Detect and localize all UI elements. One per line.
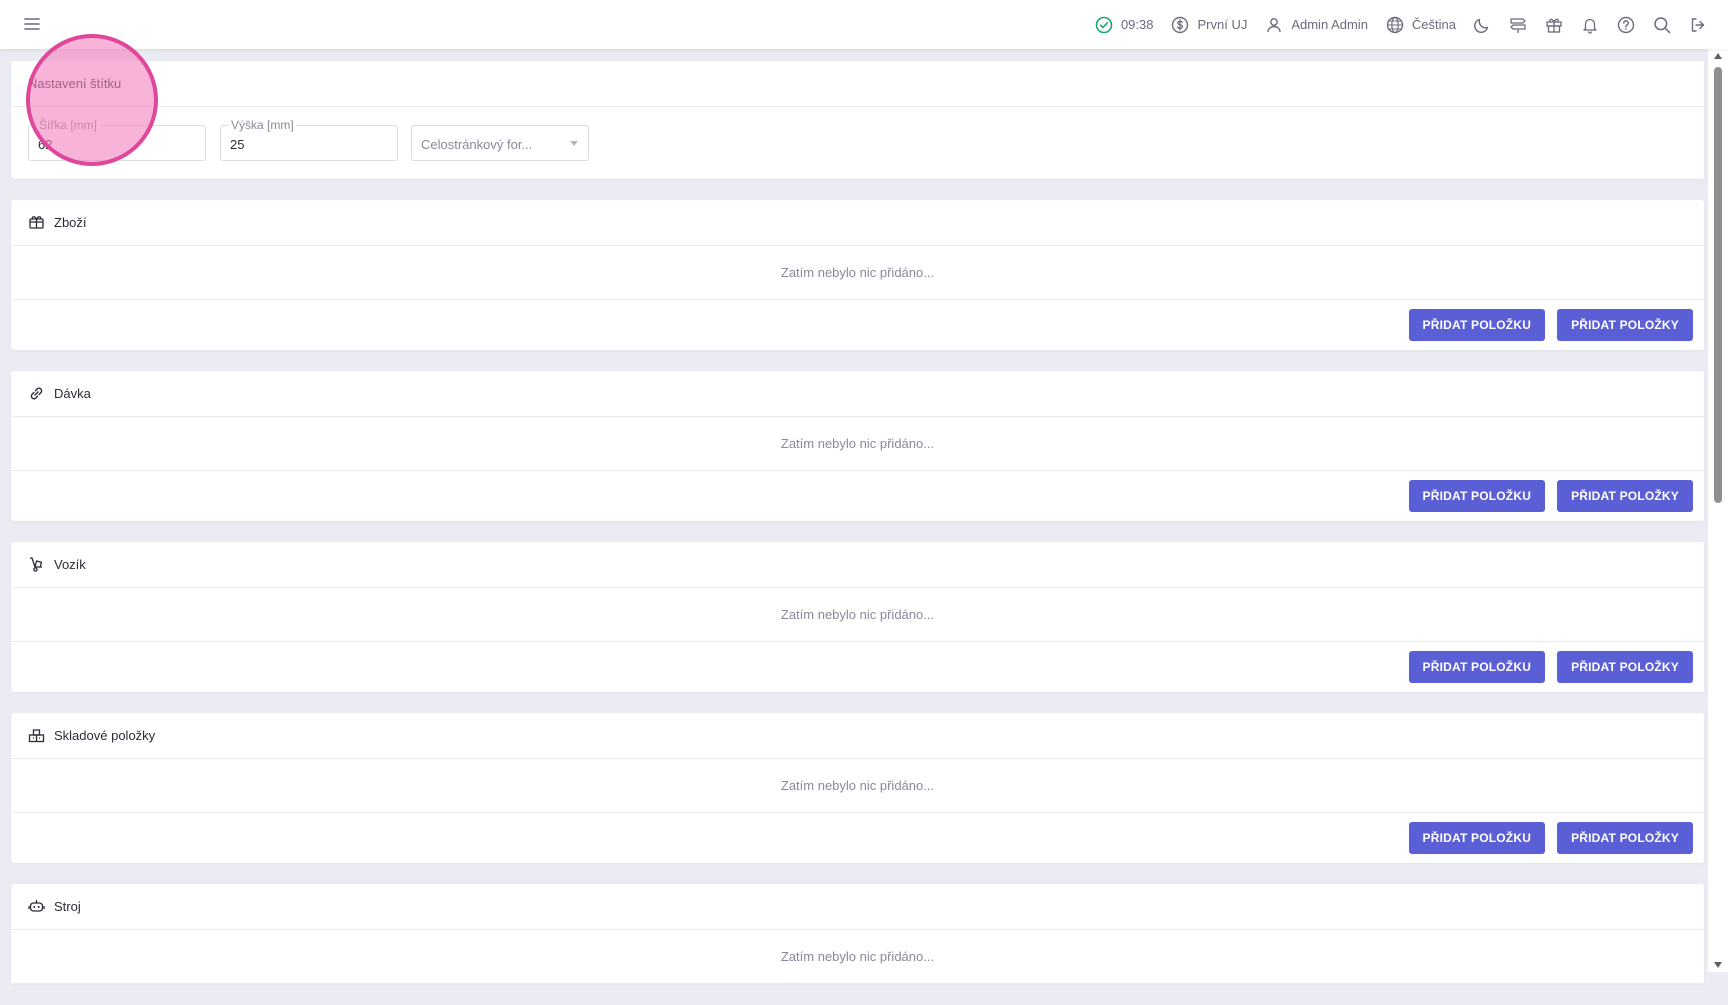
accounting-unit[interactable]: První UJ bbox=[1171, 16, 1247, 34]
section-title: Skladové položky bbox=[54, 728, 156, 743]
section-actions: PŘIDAT POLOŽKU PŘIDAT POLOŽKY bbox=[11, 813, 1704, 863]
link-icon bbox=[30, 387, 43, 400]
section-title: Dávka bbox=[54, 386, 91, 401]
add-item-button[interactable]: PŘIDAT POLOŽKU bbox=[1408, 309, 1546, 341]
height-field[interactable]: Výška [mm] 25 bbox=[220, 118, 398, 161]
language-select[interactable]: Čeština bbox=[1386, 16, 1456, 34]
time-text: 09:38 bbox=[1120, 17, 1154, 32]
search-icon[interactable] bbox=[1652, 15, 1672, 35]
label-settings-body: Šířka [mm] 62 Výška [mm] 25 Celostránkov… bbox=[11, 107, 1704, 179]
add-item-button[interactable]: PŘIDAT POLOŽKU bbox=[1408, 480, 1546, 512]
language-text: Čeština bbox=[1411, 17, 1456, 32]
section-header: Stroj bbox=[11, 884, 1704, 930]
section-actions: PŘIDAT POLOŽKU PŘIDAT POLOŽKY bbox=[11, 642, 1704, 692]
section-machine: Stroj Zatím nebylo nic přidáno... bbox=[11, 884, 1704, 984]
width-field[interactable]: Šířka [mm] 62 bbox=[28, 118, 206, 161]
section-cart: Vozík Zatím nebylo nic přidáno... PŘIDAT… bbox=[11, 542, 1704, 692]
section-title: Zboží bbox=[54, 215, 87, 230]
format-select[interactable]: Celostránkový for... bbox=[411, 125, 589, 161]
gift-icon[interactable] bbox=[1544, 15, 1564, 35]
user-name: Admin Admin bbox=[1291, 17, 1368, 32]
empty-message: Zatím nebylo nic přidáno... bbox=[11, 417, 1704, 471]
package-icon bbox=[29, 216, 44, 229]
add-items-button[interactable]: PŘIDAT POLOŽKY bbox=[1557, 309, 1693, 341]
signpost-icon[interactable] bbox=[1508, 15, 1528, 35]
add-item-button[interactable]: PŘIDAT POLOŽKU bbox=[1408, 822, 1546, 854]
section-stock-items: Skladové položky Zatím nebylo nic přidán… bbox=[11, 713, 1704, 863]
scroll-down-arrow[interactable] bbox=[1714, 962, 1722, 968]
scroll-up-arrow[interactable] bbox=[1714, 53, 1722, 59]
help-icon[interactable] bbox=[1616, 15, 1636, 35]
top-right-toolbar: 09:38 První UJ Admin Admin Čeština bbox=[1077, 0, 1708, 49]
section-header: Dávka bbox=[11, 371, 1704, 417]
hand-truck-icon bbox=[30, 557, 43, 572]
section-header: Vozík bbox=[11, 542, 1704, 588]
logout-icon[interactable] bbox=[1688, 15, 1708, 35]
moon-icon[interactable] bbox=[1472, 15, 1492, 35]
section-title: Vozík bbox=[54, 557, 86, 572]
empty-message: Zatím nebylo nic přidáno... bbox=[11, 759, 1704, 813]
chevron-down-icon bbox=[570, 141, 578, 146]
dollar-icon bbox=[1172, 16, 1189, 33]
warehouse-icon bbox=[28, 729, 45, 743]
height-value: 25 bbox=[230, 137, 245, 152]
bell-icon[interactable] bbox=[1580, 15, 1600, 35]
section-batch: Dávka Zatím nebylo nic přidáno... PŘIDAT… bbox=[11, 371, 1704, 521]
width-value: 62 bbox=[38, 137, 53, 152]
main-content: Nastavení štítku Šířka [mm] 62 Výška [mm… bbox=[11, 61, 1704, 1005]
label-settings-title: Nastavení štítku bbox=[28, 76, 122, 91]
section-header: Skladové položky bbox=[11, 713, 1704, 759]
add-items-button[interactable]: PŘIDAT POLOŽKY bbox=[1557, 651, 1693, 683]
section-actions: PŘIDAT POLOŽKU PŘIDAT POLOŽKY bbox=[11, 300, 1704, 350]
add-item-button[interactable]: PŘIDAT POLOŽKU bbox=[1408, 651, 1546, 683]
add-items-button[interactable]: PŘIDAT POLOŽKY bbox=[1557, 822, 1693, 854]
label-settings-header: Nastavení štítku bbox=[11, 61, 1704, 107]
robot-icon bbox=[28, 899, 45, 912]
time-status: 09:38 bbox=[1095, 16, 1154, 34]
scroll-thumb[interactable] bbox=[1714, 67, 1722, 503]
user-menu[interactable]: Admin Admin bbox=[1265, 16, 1368, 34]
section-header: Zboží bbox=[11, 200, 1704, 246]
width-label: Šířka [mm] bbox=[37, 118, 100, 132]
section-actions: PŘIDAT POLOŽKU PŘIDAT POLOŽKY bbox=[11, 471, 1704, 521]
unit-text: První UJ bbox=[1197, 17, 1248, 32]
section-title: Stroj bbox=[54, 899, 81, 914]
format-placeholder: Celostránkový for... bbox=[421, 137, 533, 152]
globe-icon bbox=[1386, 16, 1404, 33]
label-settings-card: Nastavení štítku Šířka [mm] 62 Výška [mm… bbox=[11, 61, 1704, 179]
empty-message: Zatím nebylo nic přidáno... bbox=[11, 246, 1704, 300]
top-bar: 09:38 První UJ Admin Admin Čeština bbox=[0, 0, 1728, 49]
add-items-button[interactable]: PŘIDAT POLOŽKY bbox=[1557, 480, 1693, 512]
check-circle-icon bbox=[1095, 16, 1113, 33]
user-icon bbox=[1267, 17, 1282, 32]
section-goods: Zboží Zatím nebylo nic přidáno... PŘIDAT… bbox=[11, 200, 1704, 350]
height-label: Výška [mm] bbox=[229, 118, 296, 132]
empty-message: Zatím nebylo nic přidáno... bbox=[11, 588, 1704, 642]
empty-message: Zatím nebylo nic přidáno... bbox=[11, 930, 1704, 984]
menu-icon[interactable] bbox=[22, 14, 42, 34]
page-scrollbar[interactable] bbox=[1708, 49, 1728, 972]
